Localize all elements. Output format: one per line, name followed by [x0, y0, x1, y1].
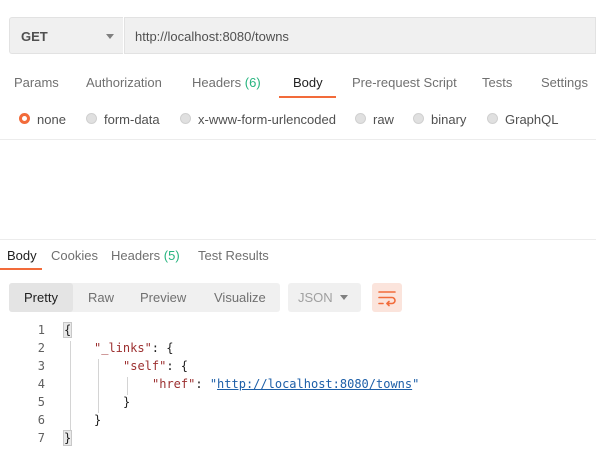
line-number: 4: [37, 377, 45, 391]
code-line: {: [62, 322, 73, 338]
tab-label: Headers: [111, 248, 161, 263]
chevron-down-icon: [340, 295, 348, 300]
method-label: GET: [21, 29, 48, 44]
line-number: 1: [37, 323, 45, 337]
code-line: "_links": {: [94, 341, 174, 355]
radio-label: form-data: [104, 112, 160, 127]
response-tab-headers[interactable]: Headers (5): [111, 248, 180, 263]
line-number: 7: [37, 431, 45, 445]
active-response-tab-indicator: [0, 268, 42, 270]
tab-label: Body: [293, 75, 323, 90]
tab-label: Authorization: [86, 75, 162, 90]
chevron-down-icon: [106, 34, 114, 39]
indent-guide: [70, 341, 71, 431]
brace: }: [62, 430, 73, 446]
active-tab-indicator: [279, 96, 336, 98]
url-text: http://localhost:8080/towns: [135, 29, 289, 44]
radio-selected-icon: [19, 113, 30, 124]
line-number: 6: [37, 413, 45, 427]
tab-label: Body: [7, 248, 37, 263]
tab-pre-request-script[interactable]: Pre-request Script: [352, 75, 457, 90]
tab-body[interactable]: Body: [293, 75, 323, 90]
view-mode-toolbar: Pretty Raw Preview Visualize: [9, 283, 280, 312]
radio-icon: [180, 113, 191, 124]
radio-label: binary: [431, 112, 467, 127]
visualize-button[interactable]: Visualize: [199, 283, 277, 312]
tab-authorization[interactable]: Authorization: [86, 75, 162, 90]
tab-params[interactable]: Params: [14, 75, 59, 90]
pretty-button[interactable]: Pretty: [9, 283, 73, 312]
tab-label: Cookies: [51, 248, 98, 263]
href-link[interactable]: http://localhost:8080/towns: [217, 377, 412, 391]
wrap-lines-button[interactable]: [372, 283, 402, 312]
response-tab-cookies[interactable]: Cookies: [51, 248, 98, 263]
brace: {: [62, 322, 73, 338]
radio-icon: [86, 113, 97, 124]
code-line: }: [62, 430, 73, 446]
tab-label: Headers: [192, 75, 242, 90]
code-line: "self": {: [123, 359, 189, 373]
response-tab-body[interactable]: Body: [7, 248, 37, 263]
radio-icon: [413, 113, 424, 124]
button-label: Visualize: [214, 290, 266, 305]
radio-label: raw: [373, 112, 394, 127]
tab-tests[interactable]: Tests: [482, 75, 512, 90]
headers-count: (5): [163, 248, 180, 263]
radio-icon: [487, 113, 498, 124]
tab-headers[interactable]: Headers (6): [192, 75, 261, 90]
headers-count: (6): [244, 75, 261, 90]
tab-label: Pre-request Script: [352, 75, 457, 90]
indent-guide: [127, 377, 128, 395]
radio-label: GraphQL: [505, 112, 559, 127]
url-input[interactable]: http://localhost:8080/towns: [124, 17, 596, 54]
code-line: }: [123, 395, 131, 409]
format-label: JSON: [298, 290, 333, 305]
button-label: Preview: [140, 290, 187, 305]
radio-label: none: [37, 112, 66, 127]
response-tab-test-results[interactable]: Test Results: [198, 248, 269, 263]
tab-label: Tests: [482, 75, 513, 90]
json-key: "self": [123, 359, 167, 373]
format-select[interactable]: JSON: [288, 283, 361, 312]
tab-label: Settings: [541, 75, 588, 90]
wrap-lines-icon: [378, 291, 396, 307]
json-key: "_links": [94, 341, 152, 355]
divider: [0, 139, 596, 140]
radio-icon: [355, 113, 366, 124]
preview-button[interactable]: Preview: [131, 283, 193, 312]
tab-label: Params: [14, 75, 59, 90]
divider: [0, 239, 596, 240]
button-label: Raw: [88, 290, 115, 305]
tab-label: Test Results: [198, 248, 269, 263]
indent-guide: [98, 359, 99, 413]
radio-label: x-www-form-urlencoded: [198, 112, 336, 127]
line-number: 2: [37, 341, 45, 355]
line-number: 3: [37, 359, 45, 373]
raw-button[interactable]: Raw: [75, 283, 129, 312]
button-label: Pretty: [24, 290, 58, 305]
method-select[interactable]: GET: [9, 17, 123, 54]
tab-settings[interactable]: Settings: [541, 75, 588, 90]
line-number: 5: [37, 395, 45, 409]
json-key: "href": [152, 377, 196, 391]
code-line: }: [94, 413, 102, 427]
code-line: "href": "http://localhost:8080/towns": [152, 377, 420, 391]
